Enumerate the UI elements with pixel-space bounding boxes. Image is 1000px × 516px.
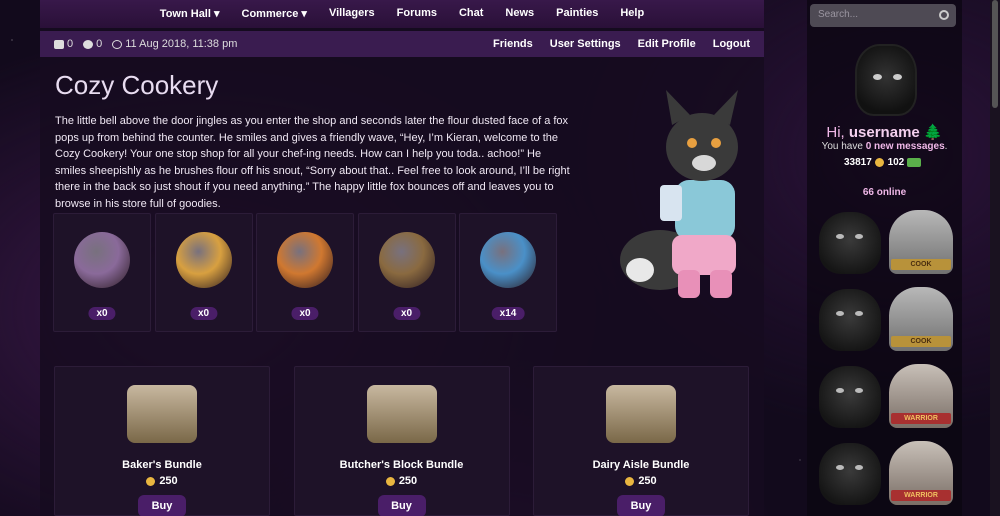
nav-forums[interactable]: Forums xyxy=(386,0,448,28)
buy-button[interactable]: Buy xyxy=(617,495,665,516)
alert-icon xyxy=(83,39,94,49)
online-user-avatar[interactable] xyxy=(819,289,881,351)
link-logout[interactable]: Logout xyxy=(713,38,750,50)
shop-item[interactable]: x14 xyxy=(459,213,557,332)
avatar[interactable] xyxy=(855,44,917,116)
envelope-icon xyxy=(54,39,64,49)
purple-cookie-icon xyxy=(74,232,130,288)
shop-item[interactable]: x0 xyxy=(357,213,456,332)
coin-icon xyxy=(874,157,884,167)
coin-icon xyxy=(146,476,156,486)
bundle-card: Butcher's Block Bundle 250 Buy xyxy=(293,366,510,516)
bundle-name: Butcher's Block Bundle xyxy=(339,459,464,471)
bundle-name: Dairy Aisle Bundle xyxy=(592,459,690,471)
class-crest: COOK xyxy=(889,287,953,351)
class-crest: WARRIOR xyxy=(889,364,953,428)
bundle-name: Baker's Bundle xyxy=(122,459,202,471)
nav-chat[interactable]: Chat xyxy=(448,0,494,28)
bundle-price: 250 xyxy=(534,475,748,487)
shop-item[interactable]: x0 xyxy=(53,213,151,332)
item-count-badge: x0 xyxy=(88,307,116,320)
cookie-basket-icon xyxy=(378,232,435,288)
bundle-card: Baker's Bundle 250 Buy xyxy=(54,366,270,516)
flour-sugar-bags-icon xyxy=(127,385,197,443)
bundle-price: 250 xyxy=(295,475,509,487)
search-input[interactable]: Search... xyxy=(810,4,956,27)
alert-indicator[interactable]: 0 xyxy=(83,38,102,50)
nav-help[interactable]: Help xyxy=(609,0,655,28)
nav-news[interactable]: News xyxy=(494,0,545,28)
milk-cheese-butter-icon xyxy=(606,385,676,443)
online-user-avatar[interactable] xyxy=(819,212,881,274)
class-crest: COOK xyxy=(889,210,953,274)
buy-button[interactable]: Buy xyxy=(377,495,426,516)
blue-snowflake-cookie-icon xyxy=(480,232,536,288)
link-edit-profile[interactable]: Edit Profile xyxy=(638,38,696,50)
coin-icon xyxy=(385,476,395,486)
class-crest: WARRIOR xyxy=(889,441,953,505)
cash-icon xyxy=(907,157,922,167)
username-link[interactable]: username xyxy=(849,124,920,141)
nav-town-hall[interactable]: Town Hall ▾ xyxy=(149,0,231,28)
nav-commerce[interactable]: Commerce ▾ xyxy=(231,0,318,28)
datetime: 11 Aug 2018, 11:38 pm xyxy=(112,38,237,50)
top-navigation: Town Hall ▾ Commerce ▾ Villagers Forums Chat… xyxy=(40,0,764,28)
shop-item[interactable]: x0 xyxy=(256,213,354,332)
link-friends[interactable]: Friends xyxy=(493,38,533,50)
online-user-avatar[interactable] xyxy=(819,443,881,505)
nav-villagers[interactable]: Villagers xyxy=(318,0,386,28)
meat-block-icon xyxy=(366,385,437,443)
page-title: Cozy Cookery xyxy=(55,70,219,100)
item-count-badge: x14 xyxy=(491,307,525,320)
online-count[interactable]: 66 online xyxy=(807,187,962,198)
bundle-price: 250 xyxy=(55,475,269,487)
main-panel: Town Hall ▾ Commerce ▾ Villagers Forums Chat… xyxy=(40,0,764,516)
clock-icon xyxy=(112,39,123,49)
sidebar: Search... Hi, username 🌲 You have 0 new … xyxy=(807,0,962,516)
item-count-badge: x0 xyxy=(291,307,319,320)
bundle-card: Dairy Aisle Bundle 250 Buy xyxy=(533,366,749,516)
link-user-settings[interactable]: User Settings xyxy=(550,38,621,50)
shop-description: The little bell above the door jingles a… xyxy=(55,115,570,210)
mail-indicator[interactable]: 0 xyxy=(54,38,73,50)
nav-painties[interactable]: Painties xyxy=(545,0,609,28)
fox-shopkeeper-image xyxy=(620,90,738,298)
coin-icon xyxy=(625,476,635,486)
search-icon[interactable] xyxy=(939,10,949,20)
currency: 33817 102 xyxy=(807,157,962,168)
scrollbar[interactable] xyxy=(990,0,1000,516)
item-count-badge: x0 xyxy=(392,307,421,320)
messages-link[interactable]: 0 new messages xyxy=(866,141,945,152)
sun-pie-icon xyxy=(277,232,333,288)
tree-icon: 🌲 xyxy=(923,124,943,141)
item-count-badge: x0 xyxy=(189,307,218,320)
buy-button[interactable]: Buy xyxy=(138,495,186,516)
winged-coin-cookie-icon xyxy=(175,232,232,288)
online-user-avatar[interactable] xyxy=(819,366,881,428)
user-bar: 0 0 11 Aug 2018, 11:38 pm Friends User Se… xyxy=(40,31,764,57)
scrollbar-thumb[interactable] xyxy=(992,0,998,108)
shop-item[interactable]: x0 xyxy=(154,213,253,332)
messages-notice: You have 0 new messages. xyxy=(821,141,948,152)
greeting: Hi, username 🌲 xyxy=(826,124,943,141)
